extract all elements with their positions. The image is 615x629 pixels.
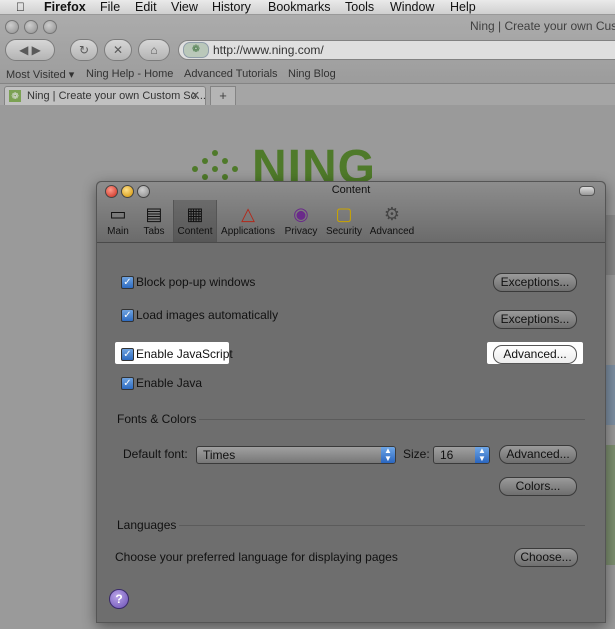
menu-file[interactable]: File (100, 0, 120, 14)
tab-close-icon[interactable]: ✕ (191, 87, 200, 105)
fonts-advanced-button[interactable]: Advanced... (499, 445, 577, 464)
javascript-advanced-button[interactable]: Advanced... (493, 345, 577, 364)
menu-edit[interactable]: Edit (135, 0, 157, 14)
load-images-checkbox[interactable]: ✓ (121, 309, 134, 322)
menu-help[interactable]: Help (450, 0, 476, 14)
menu-tools[interactable]: Tools (345, 0, 374, 14)
stop-icon: ✕ (112, 43, 124, 57)
font-size-label: Size: (403, 447, 430, 461)
default-font-label: Default font: (123, 447, 188, 461)
bookmark-advanced-tutorials[interactable]: Advanced Tutorials (184, 68, 278, 80)
help-button[interactable]: ? (109, 589, 129, 609)
window-close-button[interactable] (5, 20, 19, 34)
apple-menu-icon[interactable]:  (16, 0, 25, 14)
dialog-titlebar: Content ▭ Main ▤ Tabs ▦ Content △ Applic… (97, 182, 605, 243)
tab-security[interactable]: ▢ Security (323, 200, 365, 242)
menu-window[interactable]: Window (390, 0, 434, 14)
bookmark-ning-help[interactable]: Ning Help - Home (86, 68, 173, 80)
colors-button[interactable]: Colors... (499, 477, 577, 496)
back-forward-button[interactable]: ◀ ▶ (5, 39, 55, 61)
reload-button[interactable]: ↻ (70, 39, 98, 61)
window-minimize-button[interactable] (24, 20, 38, 34)
select-arrows-icon: ▲ ▼ (381, 447, 395, 463)
preferences-dialog: Content ▭ Main ▤ Tabs ▦ Content △ Applic… (96, 181, 606, 623)
window-zoom-button[interactable] (43, 20, 57, 34)
tab-title: Ning | Create your own Custom So... (27, 90, 206, 102)
url-bar[interactable]: ❁ http://www.ning.com/ (178, 40, 615, 60)
ning-favicon-icon: ❁ (9, 90, 21, 102)
enable-java-checkbox[interactable]: ✓ (121, 377, 134, 390)
enable-java-label: Enable Java (136, 376, 203, 390)
font-size-value: 16 (440, 448, 454, 462)
popup-exceptions-button[interactable]: Exceptions... (493, 273, 577, 292)
content-pane: ✓ Block pop-up windows Exceptions... ✓ L… (97, 243, 605, 622)
tab-advanced[interactable]: ⚙ Advanced (369, 200, 415, 242)
tab-content[interactable]: ▦ Content (173, 200, 217, 242)
tab-main[interactable]: ▭ Main (103, 200, 133, 242)
bookmarks-toolbar: Most Visited ▾ Ning Help - Home Advanced… (0, 67, 615, 83)
tab-tabs[interactable]: ▤ Tabs (137, 200, 171, 242)
home-button[interactable]: ⌂ (138, 39, 170, 61)
block-popups-checkbox[interactable]: ✓ (121, 276, 134, 289)
menu-bar:  Firefox File Edit View History Bookmar… (0, 0, 615, 15)
menu-view[interactable]: View (171, 0, 198, 14)
dialog-title: Content (331, 184, 371, 196)
languages-heading: Languages (117, 518, 177, 532)
menu-app-firefox[interactable]: Firefox (44, 0, 86, 14)
new-tab-button[interactable]: + (210, 86, 236, 106)
stop-button[interactable]: ✕ (104, 39, 132, 61)
enable-javascript-label: Enable JavaScript (136, 347, 233, 361)
window-title: Ning | Create your own Custo (470, 19, 615, 33)
gear-icon: ⚙ (383, 204, 401, 224)
browser-chrome: Ning | Create your own Custo ◀ ▶ ↻ ✕ ⌂ ❁… (0, 15, 615, 106)
tab-applications[interactable]: △ Applications (219, 200, 277, 242)
tab-ning[interactable]: ❁ Ning | Create your own Custom So... ✕ (4, 86, 206, 105)
enable-javascript-checkbox[interactable]: ✓ (121, 348, 134, 361)
size-arrows-icon: ▲ ▼ (475, 447, 489, 463)
bookmark-ning-blog[interactable]: Ning Blog (288, 68, 336, 80)
language-description: Choose your preferred language for displ… (115, 550, 398, 564)
menu-history[interactable]: History (212, 0, 251, 14)
content-icon: ▦ (186, 204, 204, 224)
url-text: http://www.ning.com/ (213, 43, 324, 57)
default-font-value: Times (203, 448, 236, 462)
back-arrow-icon: ◀ (19, 43, 29, 57)
block-popups-label: Block pop-up windows (136, 275, 256, 289)
tabs-icon: ▤ (145, 204, 163, 224)
bookmark-most-visited[interactable]: Most Visited ▾ (6, 68, 74, 81)
load-images-label: Load images automatically (136, 308, 279, 322)
font-size-select[interactable]: 16 ▲ ▼ (433, 446, 490, 464)
menu-bookmarks[interactable]: Bookmarks (268, 0, 331, 14)
privacy-mask-icon: ◉ (293, 204, 309, 224)
applications-icon: △ (241, 204, 255, 224)
site-identity-icon[interactable]: ❁ (183, 42, 209, 58)
images-exceptions-button[interactable]: Exceptions... (493, 310, 577, 329)
switch-icon: ▭ (109, 204, 127, 224)
home-icon: ⌂ (150, 43, 158, 57)
choose-language-button[interactable]: Choose... (514, 548, 578, 567)
fonts-colors-heading: Fonts & Colors (117, 412, 197, 426)
forward-arrow-icon: ▶ (31, 43, 41, 57)
tab-bar: ❁ Ning | Create your own Custom So... ✕ … (0, 83, 615, 106)
default-font-select[interactable]: Times ▲ ▼ (196, 446, 396, 464)
tab-privacy[interactable]: ◉ Privacy (283, 200, 319, 242)
toolbar-toggle-button[interactable] (579, 186, 595, 196)
lock-icon: ▢ (335, 204, 353, 224)
reload-icon: ↻ (78, 43, 90, 57)
